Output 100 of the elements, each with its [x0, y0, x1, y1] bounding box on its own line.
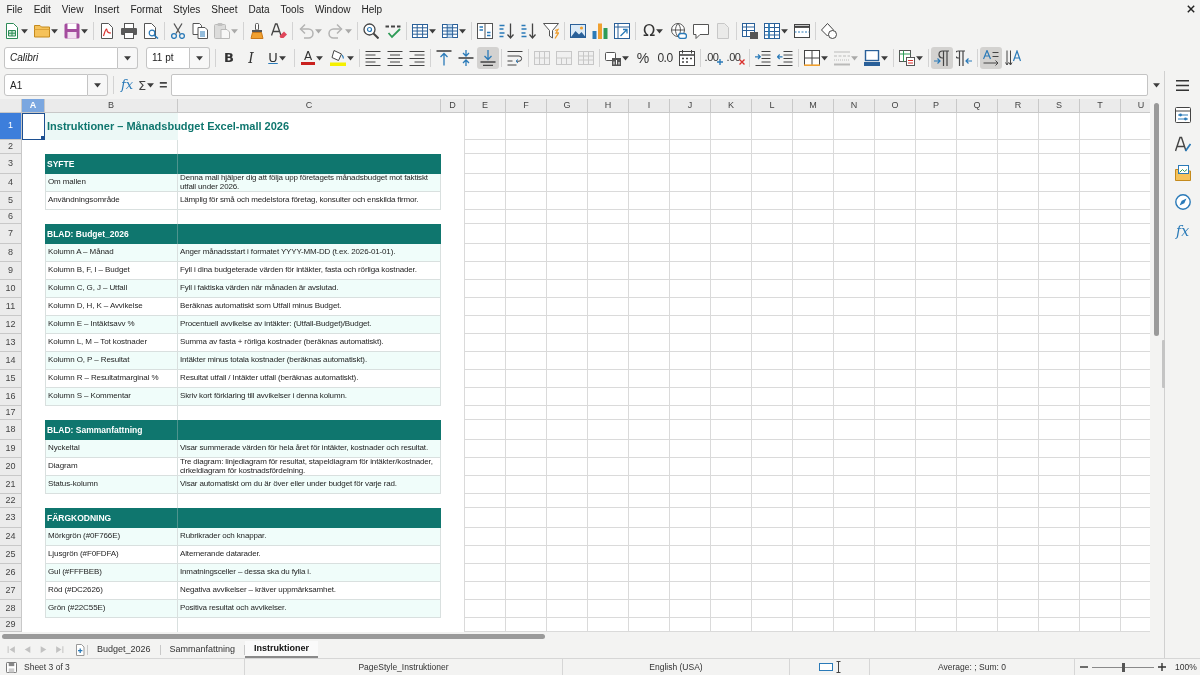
- row-header[interactable]: 29: [0, 618, 22, 632]
- row-header[interactable]: 20: [0, 458, 22, 476]
- row-header[interactable]: 6: [0, 210, 22, 224]
- dropdown-button[interactable]: [88, 74, 108, 96]
- scrollbar-thumb[interactable]: [1154, 103, 1159, 336]
- row-header[interactable]: 5: [0, 192, 22, 210]
- dropdown-button[interactable]: [118, 46, 138, 69]
- row-header[interactable]: 8: [0, 244, 22, 262]
- row-header[interactable]: 24: [0, 528, 22, 546]
- font-size-field[interactable]: 11 pt: [146, 46, 190, 69]
- row-header[interactable]: 28: [0, 600, 22, 618]
- column-header[interactable]: H: [588, 99, 629, 113]
- special-character-button[interactable]: Ω: [638, 20, 668, 42]
- row-header[interactable]: 16: [0, 388, 22, 406]
- column-header[interactable]: N: [834, 99, 875, 113]
- row-header[interactable]: 9: [0, 262, 22, 280]
- zoom-in-button[interactable]: [1157, 661, 1167, 673]
- column-header[interactable]: E: [465, 99, 506, 113]
- menu-item[interactable]: View: [56, 0, 89, 18]
- underline-button[interactable]: U: [262, 46, 292, 69]
- row-header[interactable]: 18: [0, 420, 22, 440]
- column-header[interactable]: R: [998, 99, 1039, 113]
- font-color-button[interactable]: A: [297, 46, 327, 69]
- column-header[interactable]: G: [547, 99, 588, 113]
- find-replace-button[interactable]: [360, 20, 382, 42]
- sort-button[interactable]: [474, 20, 496, 42]
- row-header[interactable]: 26: [0, 564, 22, 582]
- menu-item[interactable]: Window: [309, 0, 356, 18]
- menu-item[interactable]: Format: [124, 0, 168, 18]
- print-area-button[interactable]: [739, 20, 761, 42]
- scrollbar-thumb[interactable]: [2, 634, 545, 639]
- delete-decimal-button[interactable]: .00: [725, 46, 747, 69]
- column-header[interactable]: J: [670, 99, 711, 113]
- column-header[interactable]: U: [1121, 99, 1150, 113]
- row-header[interactable]: 22: [0, 494, 22, 508]
- menu-item[interactable]: Help: [356, 0, 388, 18]
- row-header[interactable]: 2: [0, 140, 22, 154]
- menu-item[interactable]: Data: [242, 0, 276, 18]
- formula-button[interactable]: =: [156, 74, 171, 96]
- sidebar-grip[interactable]: [1162, 340, 1165, 388]
- close-button[interactable]: [1185, 3, 1197, 15]
- column-header[interactable]: M: [793, 99, 834, 113]
- copy-button[interactable]: [189, 20, 211, 42]
- zoom-level[interactable]: 100%: [1175, 660, 1197, 674]
- row-header[interactable]: 27: [0, 582, 22, 600]
- column-header[interactable]: P: [916, 99, 957, 113]
- row-header[interactable]: 21: [0, 476, 22, 494]
- align-bottom-button[interactable]: [477, 46, 499, 69]
- pivot-table-button[interactable]: [611, 20, 633, 42]
- font-name-field[interactable]: Calibri: [4, 46, 118, 69]
- functions-deck-button[interactable]: fx: [1170, 219, 1195, 243]
- row-header[interactable]: 19: [0, 440, 22, 458]
- language-label[interactable]: English (USA): [649, 660, 703, 674]
- column-header[interactable]: K: [711, 99, 752, 113]
- row-header[interactable]: 7: [0, 224, 22, 244]
- menu-item[interactable]: Edit: [28, 0, 57, 18]
- column-header[interactable]: D: [441, 99, 465, 113]
- row-header[interactable]: 1: [0, 113, 22, 140]
- formula-input-field[interactable]: [171, 74, 1148, 96]
- menu-item[interactable]: Insert: [88, 0, 125, 18]
- column-header[interactable]: I: [629, 99, 670, 113]
- column-header[interactable]: S: [1039, 99, 1080, 113]
- row-header[interactable]: 15: [0, 370, 22, 388]
- column-header[interactable]: C: [178, 99, 441, 113]
- dropdown-button[interactable]: [190, 46, 210, 69]
- column-header[interactable]: Q: [957, 99, 998, 113]
- column-header[interactable]: L: [752, 99, 793, 113]
- para-ltr-button[interactable]: [931, 46, 953, 69]
- slider-thumb[interactable]: [1121, 662, 1125, 672]
- row-header[interactable]: 12: [0, 316, 22, 334]
- italic-button[interactable]: I: [240, 46, 262, 69]
- row-header[interactable]: 10: [0, 280, 22, 298]
- percent-button[interactable]: %: [632, 46, 654, 69]
- print-button[interactable]: [118, 20, 140, 42]
- row-header[interactable]: 17: [0, 406, 22, 420]
- add-decimal-button[interactable]: .00: [703, 46, 725, 69]
- sheet-tab[interactable]: Budget_2026: [88, 641, 160, 658]
- row-header[interactable]: 4: [0, 174, 22, 192]
- sum-button[interactable]: Σ: [136, 74, 157, 96]
- text-ltr-button[interactable]: [980, 46, 1002, 69]
- menu-item[interactable]: Tools: [275, 0, 310, 18]
- function-wizard-button[interactable]: fx: [118, 74, 136, 96]
- column-header[interactable]: T: [1080, 99, 1121, 113]
- column-header[interactable]: O: [875, 99, 916, 113]
- row-header[interactable]: 3: [0, 154, 22, 174]
- column-header[interactable]: B: [45, 99, 178, 113]
- sheet-tab[interactable]: Sammanfattning: [160, 641, 245, 658]
- name-box-field[interactable]: A1: [4, 74, 88, 96]
- draw-functions-button[interactable]: [818, 20, 840, 42]
- hyperlink-button[interactable]: [668, 20, 690, 42]
- freeze-button[interactable]: [761, 20, 791, 42]
- autofilter-button[interactable]: [540, 20, 562, 42]
- row-header[interactable]: 14: [0, 352, 22, 370]
- menu-item[interactable]: Styles: [167, 0, 206, 18]
- cell-cursor[interactable]: [22, 113, 45, 140]
- menu-item[interactable]: Sheet: [205, 0, 243, 18]
- row-header[interactable]: 23: [0, 508, 22, 528]
- add-sheet-button[interactable]: [73, 642, 87, 657]
- column-header[interactable]: F: [506, 99, 547, 113]
- row-header[interactable]: 13: [0, 334, 22, 352]
